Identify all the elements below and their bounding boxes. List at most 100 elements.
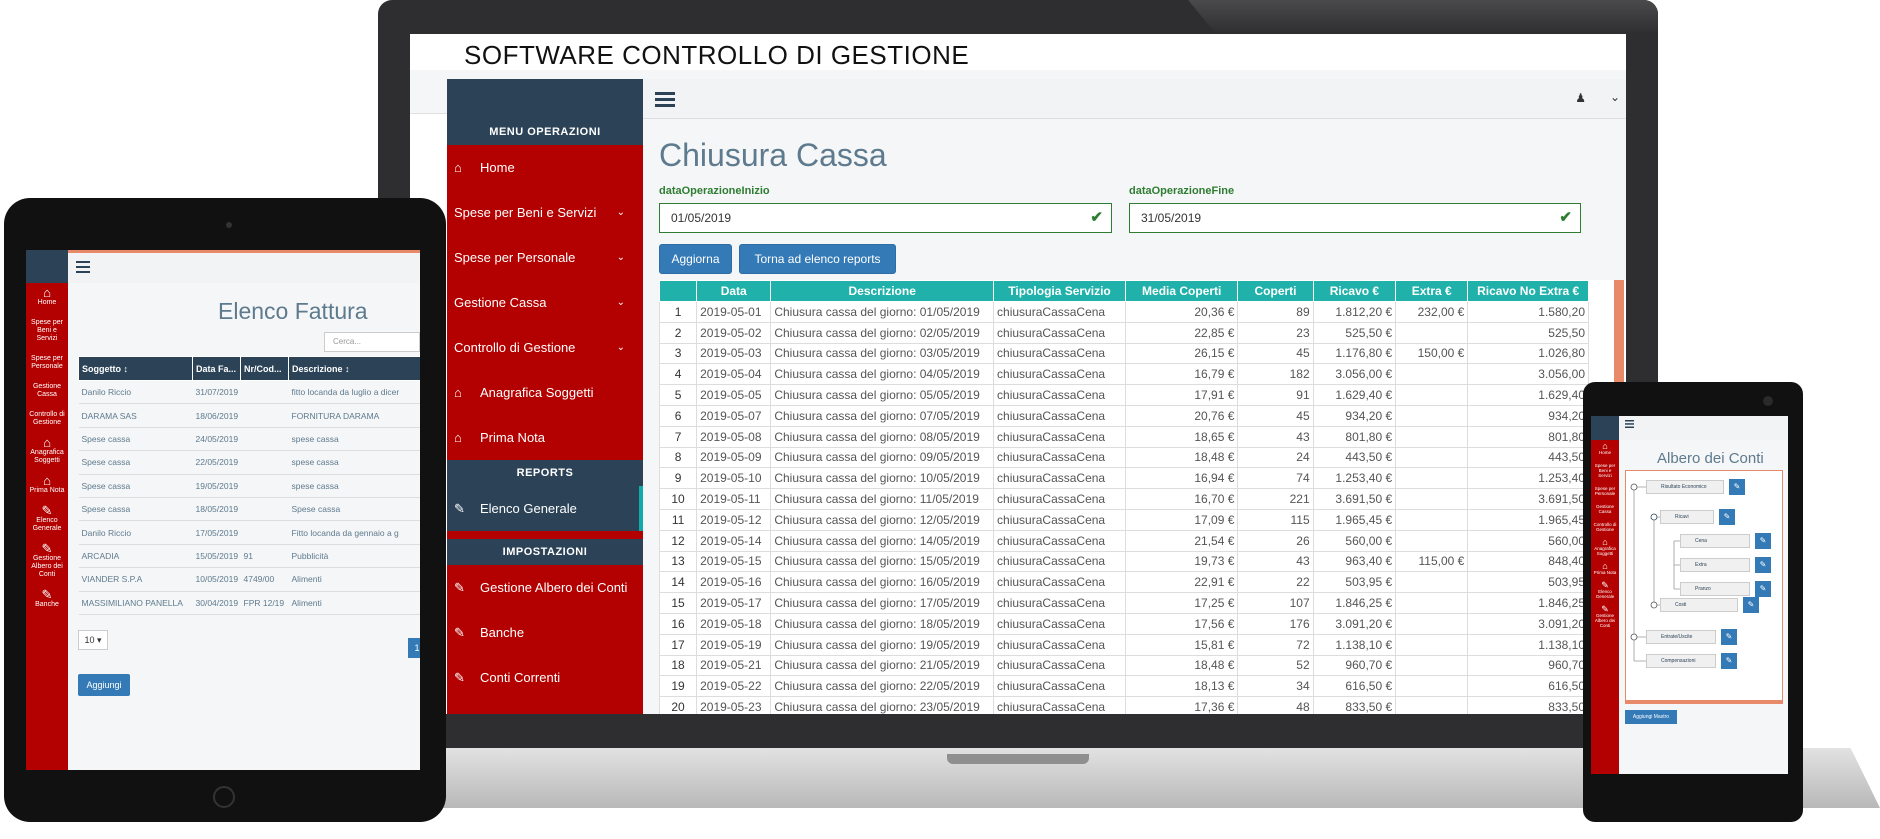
- add-button[interactable]: Aggiungi: [78, 674, 130, 696]
- tree-node[interactable]: Compensazioni ✎: [1646, 653, 1737, 669]
- sidebar-item[interactable]: ✎ Gestione Albero dei Conti: [26, 539, 68, 585]
- table-row[interactable]: 17 2019-05-19 Chiusura cassa del giorno: 1…: [659, 633, 1589, 656]
- column-header[interactable]: Extra €: [1395, 280, 1469, 302]
- sidebar-item-conti-correnti[interactable]: ✎ Conti Correnti: [447, 655, 643, 700]
- column-header[interactable]: Descrizione: [770, 280, 995, 302]
- table-row[interactable]: Spese cassa 19/05/2019 spese cassa: [78, 474, 420, 498]
- table-row[interactable]: Danilo Riccio 17/05/2019 Fitto locanda da …: [78, 520, 420, 545]
- tree-node[interactable]: Pranzo ✎: [1680, 581, 1771, 597]
- edit-icon[interactable]: ✎: [1755, 581, 1771, 597]
- table-row[interactable]: 9 2019-05-10 Chiusura cassa del giorno: 10…: [659, 467, 1589, 490]
- table-row[interactable]: ARCADIA 15/05/2019 91 Pubblicità: [78, 544, 420, 569]
- table-row[interactable]: DARAMA SAS 18/06/2019 FORNITURA DARAMA: [78, 403, 420, 428]
- sidebar-item[interactable]: Spese per Personale: [1591, 482, 1619, 500]
- add-mastro-button[interactable]: Aggiungi Mastro: [1625, 710, 1677, 724]
- table-row[interactable]: Spese cassa 18/05/2019 Spese cassa: [78, 497, 420, 522]
- end-date-input[interactable]: 31/05/2019 ✔: [1129, 203, 1581, 233]
- table-row[interactable]: 18 2019-05-21 Chiusura cassa del giorno: 2…: [659, 654, 1589, 677]
- table-row[interactable]: Spese cassa 22/05/2019 spese cassa: [78, 450, 420, 475]
- sidebar-item[interactable]: Spese per Personale: [26, 349, 68, 377]
- hamburger-menu-icon[interactable]: [655, 91, 675, 107]
- user-icon[interactable]: ♟: [1575, 91, 1586, 105]
- search-input[interactable]: Cerca...: [324, 332, 420, 352]
- column-header[interactable]: [659, 280, 698, 302]
- table-row[interactable]: 2 2019-05-02 Chiusura cassa del giorno: 02…: [659, 321, 1589, 344]
- table-row[interactable]: 20 2019-05-23 Chiusura cassa del giorno: 2…: [659, 696, 1589, 714]
- edit-icon[interactable]: ✎: [1729, 479, 1745, 495]
- table-row[interactable]: 8 2019-05-09 Chiusura cassa del giorno: 09…: [659, 446, 1589, 469]
- column-header[interactable]: Coperti: [1237, 280, 1314, 302]
- chevron-down-icon[interactable]: ⌄: [1610, 90, 1620, 104]
- table-row[interactable]: 12 2019-05-14 Chiusura cassa del giorno: 1…: [659, 529, 1589, 552]
- sidebar-item[interactable]: ✎ Elenco Generale: [1591, 579, 1619, 603]
- sidebar-item[interactable]: ✎ Gestione Albero dei Conti: [1591, 603, 1619, 632]
- table-row[interactable]: 10 2019-05-11 Chiusura cassa del giorno: 1…: [659, 488, 1589, 510]
- pagination-page-1[interactable]: 1: [408, 638, 420, 658]
- page-size-select[interactable]: 10 ▾: [78, 630, 108, 650]
- sidebar-item[interactable]: ⌂ Anagrafica Soggetti: [26, 433, 68, 471]
- table-row[interactable]: 19 2019-05-22 Chiusura cassa del giorno: 2…: [659, 675, 1589, 698]
- edit-icon[interactable]: ✎: [1721, 653, 1737, 669]
- edit-icon[interactable]: ✎: [1719, 509, 1735, 525]
- column-header[interactable]: Ricavo No Extra €: [1467, 280, 1589, 302]
- sidebar-item[interactable]: ⌂ Anagrafica Soggetti: [1591, 536, 1619, 560]
- sidebar-item[interactable]: Controllo di Gestione: [26, 405, 68, 433]
- table-row[interactable]: 11 2019-05-12 Chiusura cassa del giorno: 1…: [659, 508, 1589, 531]
- sidebar-item-spese-personale[interactable]: Spese per Personale ⌄: [447, 235, 643, 280]
- hamburger-menu-icon[interactable]: [76, 261, 90, 273]
- tree-node[interactable]: Risultato Economico ✎: [1646, 479, 1745, 495]
- sidebar-item-gestione-cassa[interactable]: Gestione Cassa ⌄: [447, 280, 643, 325]
- sidebar-item[interactable]: ✎ Banche: [26, 585, 68, 615]
- table-row[interactable]: 3 2019-05-03 Chiusura cassa del giorno: 03…: [659, 342, 1589, 365]
- table-row[interactable]: 15 2019-05-17 Chiusura cassa del giorno: 1…: [659, 592, 1589, 614]
- table-row[interactable]: 7 2019-05-08 Chiusura cassa del giorno: 08…: [659, 425, 1589, 448]
- tree-node[interactable]: Cena ✎: [1680, 533, 1771, 549]
- column-header[interactable]: Descrizione ↕: [288, 356, 420, 381]
- table-row[interactable]: 4 2019-05-04 Chiusura cassa del giorno: 04…: [659, 363, 1589, 386]
- table-row[interactable]: 1 2019-05-01 Chiusura cassa del giorno: 01…: [659, 301, 1589, 323]
- column-header[interactable]: Data Fa...: [192, 356, 241, 381]
- sidebar-item-controllo-gestione[interactable]: Controllo di Gestione ⌄: [447, 325, 643, 370]
- column-header[interactable]: Soggetto ↕: [78, 356, 193, 381]
- sidebar-item[interactable]: ⌂ Prima Nota: [1591, 560, 1619, 579]
- table-row[interactable]: 14 2019-05-16 Chiusura cassa del giorno: 1…: [659, 571, 1589, 594]
- update-button[interactable]: Aggiorna: [659, 244, 732, 274]
- sidebar-item[interactable]: ⌂ Home: [26, 283, 68, 313]
- column-header[interactable]: Ricavo €: [1312, 280, 1397, 302]
- sidebar-item-banche[interactable]: ✎ Banche: [447, 610, 643, 655]
- sidebar-item-albero-conti[interactable]: ✎ Gestione Albero dei Conti: [447, 565, 643, 610]
- edit-icon[interactable]: ✎: [1721, 629, 1737, 645]
- back-to-reports-button[interactable]: Torna ad elenco reports: [739, 244, 896, 274]
- column-header[interactable]: Tipologia Servizio: [993, 280, 1127, 302]
- sidebar-item-prima-nota[interactable]: ⌂ Prima Nota: [447, 415, 643, 460]
- table-row[interactable]: 6 2019-05-07 Chiusura cassa del giorno: 07…: [659, 404, 1589, 427]
- sidebar-item[interactable]: ⌂ Prima Nota: [26, 471, 68, 501]
- tree-node[interactable]: Entrate/Uscite ✎: [1646, 629, 1737, 645]
- table-row[interactable]: 5 2019-05-05 Chiusura cassa del giorno: 05…: [659, 384, 1589, 406]
- tree-node[interactable]: Extra ✎: [1680, 557, 1771, 573]
- column-header[interactable]: Data: [696, 280, 772, 302]
- table-row[interactable]: 16 2019-05-18 Chiusura cassa del giorno: 1…: [659, 612, 1589, 635]
- sidebar-item-elenco-generale[interactable]: ✎ Elenco Generale: [447, 486, 643, 531]
- sidebar-item[interactable]: Controllo di Gestione: [1591, 518, 1619, 536]
- edit-icon[interactable]: ✎: [1755, 557, 1771, 573]
- hamburger-menu-icon[interactable]: [1625, 420, 1634, 428]
- table-row[interactable]: Spese cassa 24/05/2019 spese cassa: [78, 427, 420, 452]
- edit-icon[interactable]: ✎: [1743, 597, 1759, 613]
- start-date-input[interactable]: 01/05/2019 ✔: [659, 203, 1112, 233]
- tree-node[interactable]: Costi ✎: [1660, 597, 1759, 613]
- column-header[interactable]: Nr/Cod...: [240, 356, 289, 381]
- edit-icon[interactable]: ✎: [1755, 533, 1771, 549]
- sidebar-item[interactable]: ⌂ Home: [1591, 440, 1619, 459]
- tree-node[interactable]: Ricavi ✎: [1660, 509, 1735, 525]
- sidebar-item[interactable]: Spese per Beni e Servizi: [1591, 459, 1619, 482]
- sidebar-item-home[interactable]: ⌂ Home: [447, 145, 643, 190]
- sidebar-item[interactable]: ✎ Elenco Generale: [26, 501, 68, 539]
- table-row[interactable]: Danilo Riccio 31/07/2019 fitto locanda da …: [78, 380, 420, 405]
- column-header[interactable]: Media Coperti: [1125, 280, 1239, 302]
- table-row[interactable]: MASSIMILIANO PANELLA 30/04/2019 FPR 12/19 A…: [78, 591, 420, 615]
- table-row[interactable]: VIANDER S.P.A 10/05/2019 4749/00 Alimenti: [78, 567, 420, 592]
- sidebar-item-anagrafica-soggetti[interactable]: ⌂ Anagrafica Soggetti: [447, 370, 643, 415]
- sidebar-item[interactable]: Gestione Cassa: [1591, 500, 1619, 518]
- sidebar-item[interactable]: Spese per Beni e Servizi: [26, 313, 68, 349]
